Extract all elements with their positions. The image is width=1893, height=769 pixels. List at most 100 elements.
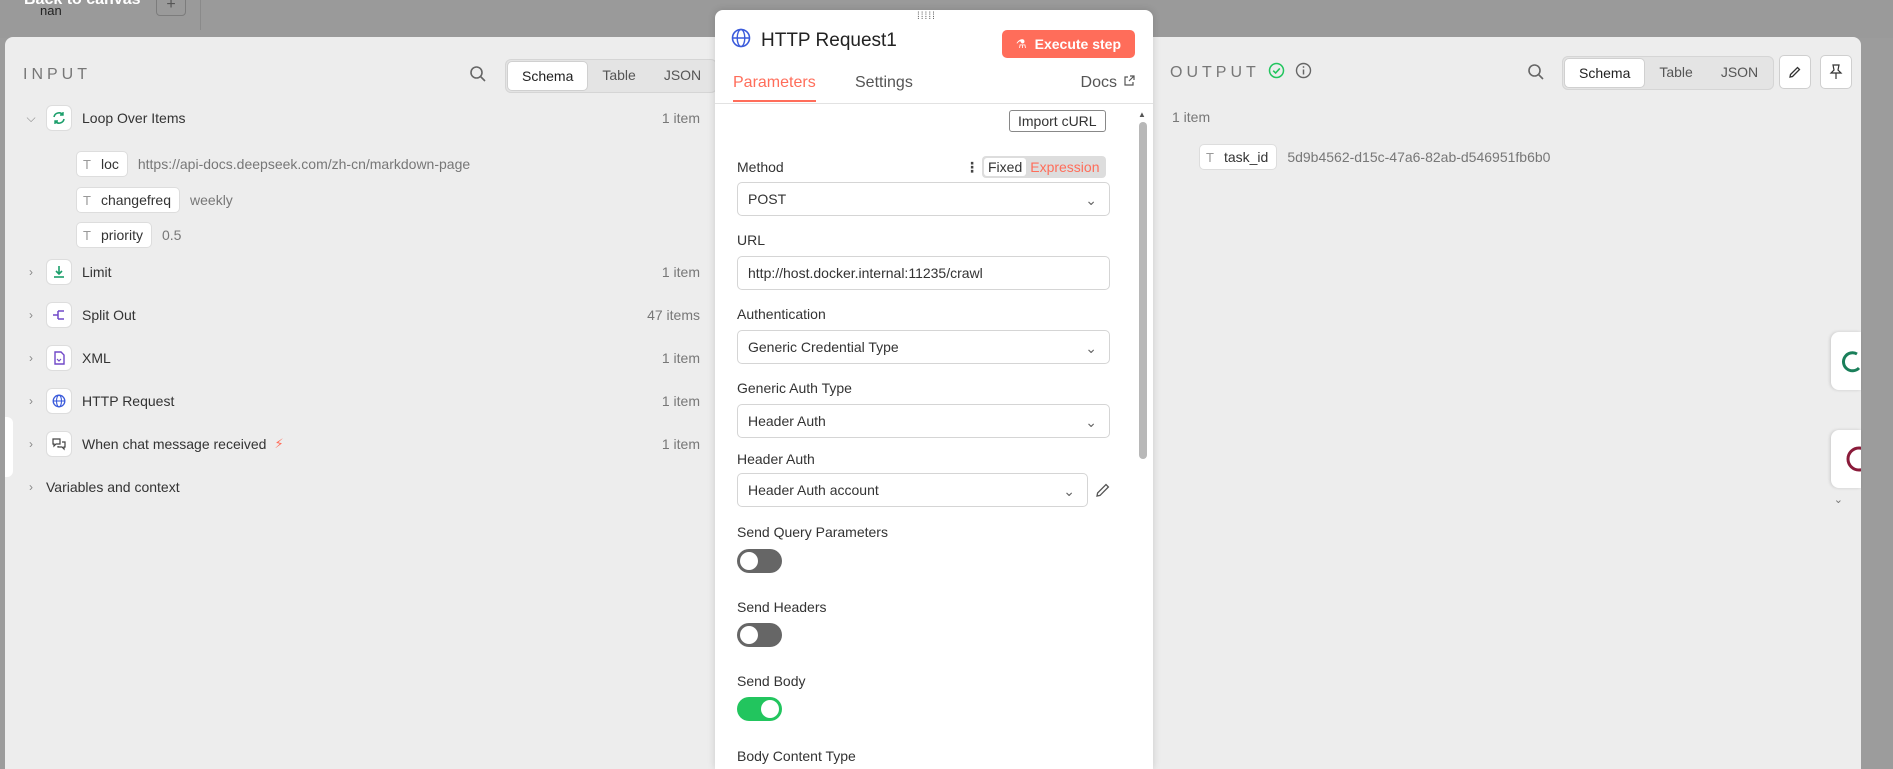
body-content-type-label: Body Content Type bbox=[737, 748, 856, 764]
tab-settings[interactable]: Settings bbox=[855, 74, 913, 100]
generic-auth-type-value: Header Auth bbox=[748, 413, 826, 429]
divider bbox=[200, 0, 201, 30]
url-input[interactable]: http://host.docker.internal:11235/crawl bbox=[737, 256, 1110, 290]
success-check-icon bbox=[1268, 62, 1285, 84]
chevron-down-icon: ⌄ bbox=[1833, 494, 1843, 506]
tree-node-variables-and-context[interactable]: › Variables and context bbox=[20, 472, 700, 502]
output-field-row[interactable]: Ttask_id 5d9b4562-d15c-47a6-82ab-d546951… bbox=[1199, 144, 1550, 170]
send-body-toggle[interactable] bbox=[737, 697, 782, 721]
text-type-icon: T bbox=[83, 227, 91, 243]
method-select[interactable]: POST ⌄ bbox=[737, 182, 1110, 216]
docs-label: Docs bbox=[1080, 74, 1117, 91]
node-name: XML bbox=[82, 350, 111, 366]
input-header: INPUT Schema Table JSON bbox=[23, 59, 718, 93]
node-name: When chat message received bbox=[82, 436, 267, 452]
external-link-icon bbox=[1123, 74, 1135, 92]
add-tab-button[interactable]: + bbox=[156, 0, 186, 16]
header-auth-value: Header Auth account bbox=[748, 482, 879, 498]
search-icon[interactable] bbox=[1527, 63, 1545, 86]
toggle-knob bbox=[740, 626, 758, 644]
chevron-right-icon[interactable]: › bbox=[20, 308, 42, 322]
info-icon[interactable] bbox=[1295, 62, 1312, 84]
field-row[interactable]: Tchangefreq weekly bbox=[76, 187, 233, 213]
docs-link[interactable]: Docs bbox=[1081, 74, 1135, 92]
chevron-down-icon: ⌄ bbox=[1063, 483, 1075, 499]
pin-output-button[interactable] bbox=[1820, 55, 1852, 89]
send-headers-toggle[interactable] bbox=[737, 623, 782, 647]
text-type-icon: T bbox=[1206, 149, 1214, 165]
send-query-parameters-toggle[interactable] bbox=[737, 549, 782, 573]
tree-node-split-out[interactable]: › Split Out 47 items bbox=[20, 300, 700, 330]
tree-node-limit[interactable]: › Limit 1 item bbox=[20, 257, 700, 287]
edit-output-button[interactable] bbox=[1779, 55, 1811, 89]
node-tabs: Parameters Settings Docs bbox=[715, 74, 1153, 104]
authentication-select[interactable]: Generic Credential Type ⌄ bbox=[737, 330, 1110, 364]
scrollbar-thumb[interactable] bbox=[1139, 122, 1147, 459]
tab-parameters[interactable]: Parameters bbox=[733, 74, 816, 102]
input-view-toggle: Schema Table JSON bbox=[505, 59, 718, 93]
toggle-knob bbox=[740, 552, 758, 570]
parameters-scrollbar[interactable]: ▲ bbox=[1138, 110, 1147, 769]
input-view-table[interactable]: Table bbox=[588, 61, 649, 91]
method-label: Method bbox=[737, 159, 784, 175]
right-edge-stop-tab[interactable] bbox=[1831, 430, 1872, 488]
lightning-icon: ⚡ bbox=[274, 436, 284, 451]
node-item-count: 1 item bbox=[661, 350, 700, 366]
field-key-pill[interactable]: Tchangefreq bbox=[76, 187, 181, 213]
chevron-down-icon: ⌄ bbox=[1085, 340, 1097, 356]
send-body-label: Send Body bbox=[737, 673, 806, 689]
send-query-parameters-label: Send Query Parameters bbox=[737, 524, 888, 540]
import-curl-button[interactable]: Import cURL bbox=[1009, 110, 1106, 132]
options-kebab-icon[interactable]: ⋮ bbox=[965, 159, 979, 176]
field-key: changefreq bbox=[100, 192, 172, 208]
field-key-pill[interactable]: Tloc bbox=[76, 151, 128, 177]
chevron-down-icon[interactable]: ⌵ bbox=[20, 111, 42, 126]
field-row[interactable]: Tloc https://api-docs.deepseek.com/zh-cn… bbox=[76, 151, 470, 177]
node-item-count: 1 item bbox=[661, 393, 700, 409]
globe-icon bbox=[46, 388, 72, 414]
chevron-right-icon[interactable]: › bbox=[20, 480, 42, 494]
authentication-value: Generic Credential Type bbox=[748, 339, 899, 355]
right-edge-refresh-tab[interactable] bbox=[1831, 332, 1861, 390]
output-view-schema[interactable]: Schema bbox=[1564, 58, 1646, 88]
node-name: Split Out bbox=[82, 307, 136, 323]
flask-icon: ⚗ bbox=[1015, 37, 1027, 51]
left-edge-handle[interactable] bbox=[5, 417, 13, 477]
output-view-table[interactable]: Table bbox=[1645, 58, 1706, 88]
field-key: loc bbox=[100, 156, 119, 172]
header-auth-label: Header Auth bbox=[737, 451, 815, 467]
tree-node-loop-over-items[interactable]: ⌵ Loop Over Items 1 item bbox=[20, 103, 700, 133]
field-row[interactable]: Tpriority 0.5 bbox=[76, 222, 181, 248]
chevron-right-icon[interactable]: › bbox=[20, 394, 42, 408]
field-key-pill[interactable]: Tpriority bbox=[76, 222, 152, 248]
field-key-pill[interactable]: Ttask_id bbox=[1199, 144, 1278, 170]
chevron-right-icon[interactable]: › bbox=[20, 437, 42, 451]
search-icon[interactable] bbox=[469, 65, 487, 88]
tree-node-when-chat-message-received[interactable]: › When chat message received ⚡ 1 item bbox=[20, 429, 700, 459]
fixed-expression-toggle: Fixed Expression bbox=[982, 156, 1106, 178]
chevron-right-icon[interactable]: › bbox=[20, 351, 42, 365]
node-name: Loop Over Items bbox=[82, 110, 186, 126]
input-view-json[interactable]: JSON bbox=[650, 61, 715, 91]
url-label: URL bbox=[737, 232, 766, 248]
scroll-up-arrow-icon[interactable]: ▲ bbox=[1138, 110, 1146, 119]
generic-auth-type-select[interactable]: Header Auth ⌄ bbox=[737, 404, 1110, 438]
node-parameters-panel: ⁞⁞⁞⁞⁞ HTTP Request1 ⚗ Execute step Param… bbox=[715, 10, 1153, 769]
output-view-json[interactable]: JSON bbox=[1707, 58, 1772, 88]
execute-step-button[interactable]: ⚗ Execute step bbox=[1001, 30, 1135, 58]
method-value: POST bbox=[748, 191, 787, 207]
node-title-bar: HTTP Request1 bbox=[731, 28, 897, 53]
tree-node-xml[interactable]: › XML 1 item bbox=[20, 343, 700, 373]
pencil-icon bbox=[1789, 66, 1801, 78]
authentication-label: Authentication bbox=[737, 306, 826, 322]
header-auth-select[interactable]: Header Auth account ⌄ bbox=[737, 473, 1088, 507]
drag-handle-icon[interactable]: ⁞⁞⁞⁞⁞ bbox=[917, 11, 936, 22]
edit-credential-pencil-icon[interactable] bbox=[1095, 482, 1111, 503]
tree-node-http-request[interactable]: › HTTP Request 1 item bbox=[20, 386, 700, 416]
chevron-right-icon[interactable]: › bbox=[20, 265, 42, 279]
node-title[interactable]: HTTP Request1 bbox=[761, 30, 897, 52]
input-view-schema[interactable]: Schema bbox=[507, 61, 589, 91]
expression-mode-button[interactable]: Expression bbox=[1026, 158, 1103, 176]
fixed-mode-button[interactable]: Fixed bbox=[984, 158, 1027, 176]
input-label: INPUT bbox=[23, 66, 91, 83]
